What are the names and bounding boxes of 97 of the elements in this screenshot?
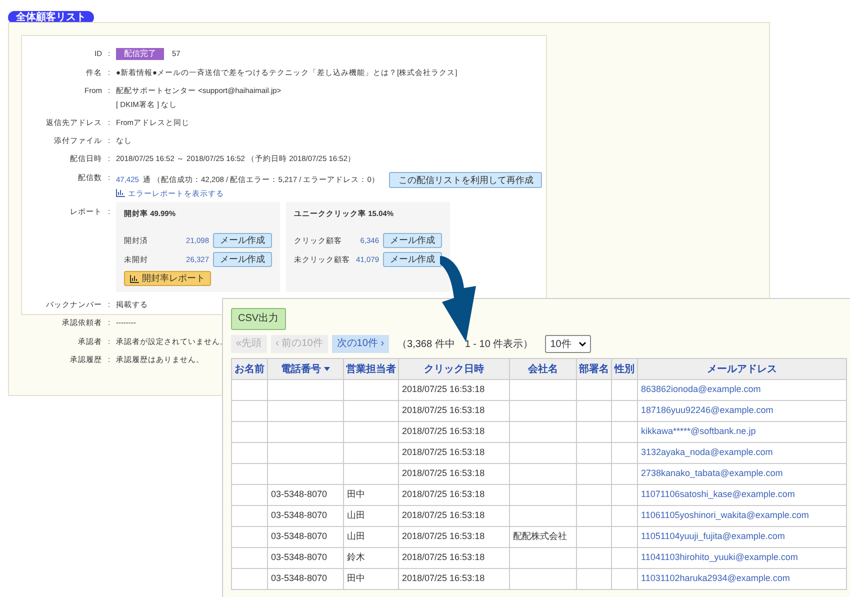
table-cell xyxy=(510,484,576,506)
table-cell: 田中 xyxy=(344,568,398,590)
compose-mail-button[interactable]: メール作成 xyxy=(383,252,442,267)
table-cell xyxy=(612,442,638,464)
table-cell xyxy=(510,568,576,590)
chevron-down-icon xyxy=(579,342,586,346)
table-cell: 山田 xyxy=(344,526,398,548)
table-cell xyxy=(510,422,576,442)
table-cell xyxy=(612,484,638,506)
email-link-cell[interactable]: kikkawa*****@softbank.ne.jp xyxy=(638,422,846,442)
table-cell: 2018/07/25 16:53:18 xyxy=(398,568,510,590)
table-cell xyxy=(576,400,612,422)
table-cell xyxy=(576,380,612,400)
table-cell xyxy=(576,548,612,568)
column-header[interactable]: 営業担当者 xyxy=(344,358,398,380)
table-cell: 03-5348-8070 xyxy=(268,484,344,506)
pager-summary: （3,368 件中 1 - 10 件表示） xyxy=(397,338,534,352)
column-header[interactable]: メールアドレス xyxy=(638,358,846,380)
table-cell xyxy=(612,400,638,422)
table-cell xyxy=(344,400,398,422)
email-link-cell[interactable]: 863862ionoda@example.com xyxy=(638,380,846,400)
recreate-button[interactable]: この配信リストを利用して再作成 xyxy=(389,172,542,188)
table-cell: 03-5348-8070 xyxy=(268,506,344,526)
table-cell xyxy=(232,380,268,400)
table-cell xyxy=(232,422,268,442)
table-cell: 配配株式会社 xyxy=(510,526,576,548)
table-cell xyxy=(344,464,398,484)
table-cell: 2018/07/25 16:53:18 xyxy=(398,380,510,400)
table-cell xyxy=(510,506,576,526)
email-link-cell[interactable]: 3132ayaka_noda@example.com xyxy=(638,442,846,464)
table-cell: 2018/07/25 16:53:18 xyxy=(398,526,510,548)
csv-export-button[interactable]: CSV出力 xyxy=(231,308,286,330)
column-header[interactable]: お名前 xyxy=(232,358,268,380)
table-cell: 2018/07/25 16:53:18 xyxy=(398,464,510,484)
email-link-cell[interactable]: 187186yuu92246@example.com xyxy=(638,400,846,422)
table-cell: 03-5348-8070 xyxy=(268,526,344,548)
email-link-cell[interactable]: 11041103hirohito_yuuki@example.com xyxy=(638,548,846,568)
table-cell xyxy=(576,442,612,464)
compose-mail-button[interactable]: メール作成 xyxy=(213,252,272,267)
table-cell xyxy=(612,548,638,568)
table-cell xyxy=(612,380,638,400)
table-cell xyxy=(612,422,638,442)
table-cell xyxy=(344,422,398,442)
page-size-select[interactable]: 10件 xyxy=(545,335,592,353)
table-cell xyxy=(232,526,268,548)
table-cell xyxy=(232,400,268,422)
table-cell: 2018/07/25 16:53:18 xyxy=(398,484,510,506)
table-cell xyxy=(612,464,638,484)
table-cell: 鈴木 xyxy=(344,548,398,568)
column-header[interactable]: 性別 xyxy=(612,358,638,380)
table-cell: 2018/07/25 16:53:18 xyxy=(398,400,510,422)
table-cell xyxy=(344,380,398,400)
table-cell: 2018/07/25 16:53:18 xyxy=(398,442,510,464)
table-cell xyxy=(510,464,576,484)
bar-chart-icon xyxy=(116,189,125,198)
compose-mail-button[interactable]: メール作成 xyxy=(213,233,272,248)
table-cell xyxy=(576,526,612,548)
table-cell: 田中 xyxy=(344,484,398,506)
table-cell xyxy=(612,568,638,590)
table-cell xyxy=(232,548,268,568)
table-cell xyxy=(232,464,268,484)
table-cell: 03-5348-8070 xyxy=(268,568,344,590)
table-cell xyxy=(612,526,638,548)
table-cell xyxy=(576,506,612,526)
bar-chart-icon xyxy=(130,274,139,282)
compose-mail-button[interactable]: メール作成 xyxy=(383,233,442,248)
column-header[interactable]: 会社名 xyxy=(510,358,576,380)
column-header[interactable]: 電話番号 xyxy=(268,358,344,380)
table-cell: 山田 xyxy=(344,506,398,526)
table-cell xyxy=(232,484,268,506)
table-cell xyxy=(576,464,612,484)
table-cell xyxy=(576,568,612,590)
table-cell xyxy=(344,442,398,464)
status-badge: 配信完了 xyxy=(116,48,164,60)
table-cell: 2018/07/25 16:53:18 xyxy=(398,548,510,568)
table-cell xyxy=(510,548,576,568)
table-cell xyxy=(510,380,576,400)
table-cell xyxy=(576,484,612,506)
column-header[interactable]: 部署名 xyxy=(576,358,612,380)
table-cell xyxy=(232,506,268,526)
table-cell: 2018/07/25 16:53:18 xyxy=(398,422,510,442)
email-link-cell[interactable]: 11031102haruka2934@example.com xyxy=(638,568,846,590)
table-cell xyxy=(612,506,638,526)
table-cell: 03-5348-8070 xyxy=(268,548,344,568)
table-cell xyxy=(510,442,576,464)
table-cell xyxy=(510,400,576,422)
table-cell: 2018/07/25 16:53:18 xyxy=(398,506,510,526)
email-link-cell[interactable]: 11051104yuuji_fujita@example.com xyxy=(638,526,846,548)
pager-button[interactable]: 次の10件 › xyxy=(332,335,390,353)
email-link-cell[interactable]: 11071106satoshi_kase@example.com xyxy=(638,484,846,506)
open-rate-report-button[interactable]: 開封率レポート xyxy=(124,271,211,286)
table-cell xyxy=(232,442,268,464)
email-link-cell[interactable]: 11061105yoshinori_wakita@example.com xyxy=(638,506,846,526)
column-header[interactable]: クリック日時 xyxy=(398,358,510,380)
table-cell xyxy=(232,568,268,590)
table-cell xyxy=(576,422,612,442)
email-link-cell[interactable]: 2738kanako_tabata@example.com xyxy=(638,464,846,484)
